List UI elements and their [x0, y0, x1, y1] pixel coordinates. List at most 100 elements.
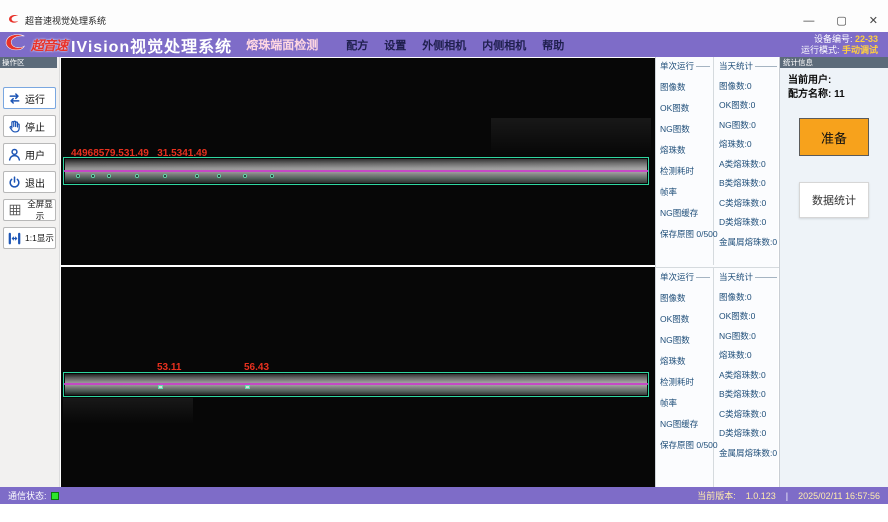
- power-icon: [7, 175, 22, 190]
- single-run-header: 单次运行: [660, 271, 710, 283]
- single-run-header: 单次运行: [660, 60, 710, 72]
- minimize-button[interactable]: —: [803, 16, 814, 27]
- stat-row: 保存原图 0/500: [660, 228, 710, 240]
- datetime-value: 2025/02/11 16:57:56: [798, 491, 880, 501]
- stat-row: OK图数: [660, 102, 710, 114]
- scan-line: [64, 383, 648, 385]
- stat-row: 检测耗时: [660, 376, 710, 388]
- stat-row: NG图数: [660, 334, 710, 346]
- one-to-one-button-label: 1:1显示: [25, 232, 54, 244]
- stat-row: 金属屑熔珠数:0: [719, 447, 777, 459]
- bead-marker: [270, 174, 274, 178]
- exit-button-label: 退出: [25, 175, 45, 190]
- brand-name: 超音速: [31, 35, 67, 54]
- maximize-button[interactable]: ▢: [836, 16, 846, 27]
- menu-item[interactable]: 帮助: [542, 37, 564, 53]
- stat-row: 图像数: [660, 292, 710, 304]
- run-cycle-icon: [7, 91, 22, 106]
- app-logo-icon: [8, 11, 20, 29]
- device-info: 设备编号: 22-33 运行模式: 手动调试: [801, 34, 888, 56]
- sidebar-header: 操作区: [0, 57, 57, 68]
- user-button[interactable]: 用户: [3, 143, 56, 165]
- exit-button[interactable]: 退出: [3, 171, 56, 193]
- stats-panel-outer: 单次运行 图像数OK图数NG图数熔珠数检测耗时帧率NG图缓存保存原图 0/500…: [656, 57, 779, 265]
- stat-row: C类熔珠数:0: [719, 408, 777, 420]
- bead-marker: [91, 174, 95, 178]
- device-id-label: 设备编号:: [814, 34, 853, 44]
- stat-row: A类熔珠数:0: [719, 369, 777, 381]
- window-title: 超音速视觉处理系统: [25, 14, 106, 27]
- stop-button[interactable]: 停止: [3, 115, 56, 137]
- info-panel: 统计信息 当前用户: 配方名称: 11 准备 数据统计: [779, 57, 888, 487]
- stat-row: D类熔珠数:0: [719, 216, 777, 228]
- bead-marker: [195, 174, 199, 178]
- menu-item[interactable]: 外侧相机: [422, 37, 466, 53]
- stop-hand-icon: [7, 119, 22, 134]
- menu-item[interactable]: 设置: [384, 37, 406, 53]
- fullscreen-button[interactable]: 全屏显示: [3, 199, 56, 221]
- recipe-name-value: 11: [834, 89, 845, 100]
- stat-row: 熔珠数:0: [719, 349, 777, 361]
- current-user-row: 当前用户:: [788, 74, 888, 88]
- outer-camera-view[interactable]: 44968579.531.49 31.5341.49: [61, 58, 655, 265]
- user-icon: [7, 147, 22, 162]
- stat-row: D类熔珠数:0: [719, 427, 777, 439]
- stat-row: 熔珠数: [660, 355, 710, 367]
- bead-marker: [158, 385, 163, 389]
- today-stats-header: 当天统计: [719, 60, 777, 72]
- stat-row: B类熔珠数:0: [719, 388, 777, 400]
- inner-camera-view[interactable]: 53.11 56.43: [61, 267, 655, 487]
- stat-row: NG图缓存: [660, 207, 710, 219]
- stat-row: 帧率: [660, 186, 710, 198]
- run-mode-value: 手动调试: [842, 45, 878, 55]
- fullscreen-grid-icon: [7, 203, 22, 218]
- operation-sidebar: 操作区 运行 停止 用户: [0, 57, 60, 487]
- stat-row: 图像数:0: [719, 291, 777, 303]
- run-button-label: 运行: [25, 91, 45, 106]
- comm-status-indicator: [51, 492, 59, 500]
- bead-marker: [76, 174, 80, 178]
- stats-panel-inner: 单次运行 图像数OK图数NG图数熔珠数检测耗时帧率NG图缓存保存原图 0/500…: [656, 267, 779, 487]
- stat-row: 图像数: [660, 81, 710, 93]
- stat-row: NG图数:0: [719, 119, 777, 131]
- app-header: 超音速 IVision视觉处理系统 熔珠端面检测 配方设置外侧相机内侧相机帮助 …: [0, 32, 888, 57]
- stat-row: 熔珠数: [660, 144, 710, 156]
- menu-bar: 配方设置外侧相机内侧相机帮助: [346, 37, 564, 53]
- stat-row: C类熔珠数:0: [719, 197, 777, 209]
- comm-status-label: 通信状态:: [8, 489, 47, 502]
- bead-marker: [163, 174, 167, 178]
- device-id-value: 22-33: [855, 34, 878, 44]
- fullscreen-button-label: 全屏显示: [25, 198, 55, 222]
- app-title: IVision视觉处理系统: [71, 33, 232, 57]
- one-to-one-button[interactable]: 1:1显示: [3, 227, 56, 249]
- menu-item[interactable]: 配方: [346, 37, 368, 53]
- menu-item[interactable]: 内侧相机: [482, 37, 526, 53]
- brand: 超音速: [0, 33, 67, 57]
- stat-row: 检测耗时: [660, 165, 710, 177]
- main-area: 操作区 运行 停止 用户: [0, 57, 888, 487]
- app-window: 超音速视觉处理系统 — ▢ ✕ 超音速 IVision视觉处理系统 熔珠端面检测…: [0, 0, 888, 522]
- stat-row: NG图缓存: [660, 418, 710, 430]
- close-button[interactable]: ✕: [869, 16, 878, 27]
- ready-button[interactable]: 准备: [799, 118, 869, 156]
- detection-frame: [63, 372, 649, 397]
- brand-swoosh-icon: [4, 33, 28, 57]
- detection-frame: [63, 157, 649, 185]
- data-statistics-button[interactable]: 数据统计: [799, 182, 869, 218]
- status-bar: 通信状态: 当前版本: 1.0.123 | 2025/02/11 16:57:5…: [0, 487, 888, 504]
- bead-marker: [245, 385, 250, 389]
- one-to-one-icon: [7, 231, 22, 246]
- stat-row: 熔珠数:0: [719, 138, 777, 150]
- user-button-label: 用户: [25, 147, 45, 162]
- stat-row: NG图数:0: [719, 330, 777, 342]
- bead-marker: [243, 174, 247, 178]
- run-button[interactable]: 运行: [3, 87, 56, 109]
- stat-row: 保存原图 0/500: [660, 439, 710, 451]
- reflection-band: [63, 398, 193, 424]
- stat-row: 帧率: [660, 397, 710, 409]
- stat-row: 图像数:0: [719, 80, 777, 92]
- bead-marker: [135, 174, 139, 178]
- stop-button-label: 停止: [25, 119, 45, 134]
- today-stats-header: 当天统计: [719, 271, 777, 283]
- separator: |: [786, 491, 788, 501]
